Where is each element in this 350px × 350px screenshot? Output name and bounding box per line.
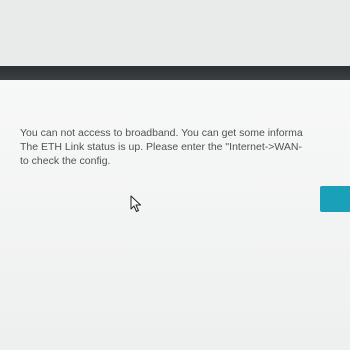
mouse-pointer-icon	[130, 195, 141, 212]
message-line-3: to check the config.	[20, 155, 111, 167]
header-area	[0, 0, 350, 66]
header-divider	[0, 66, 350, 80]
message-line-1: You can not access to broadband. You can…	[20, 127, 303, 139]
status-message: You can not access to broadband. You can…	[20, 126, 350, 168]
message-line-2: The ETH Link status is up. Please enter …	[20, 141, 303, 153]
content-panel	[0, 80, 350, 350]
action-button[interactable]	[320, 186, 350, 212]
